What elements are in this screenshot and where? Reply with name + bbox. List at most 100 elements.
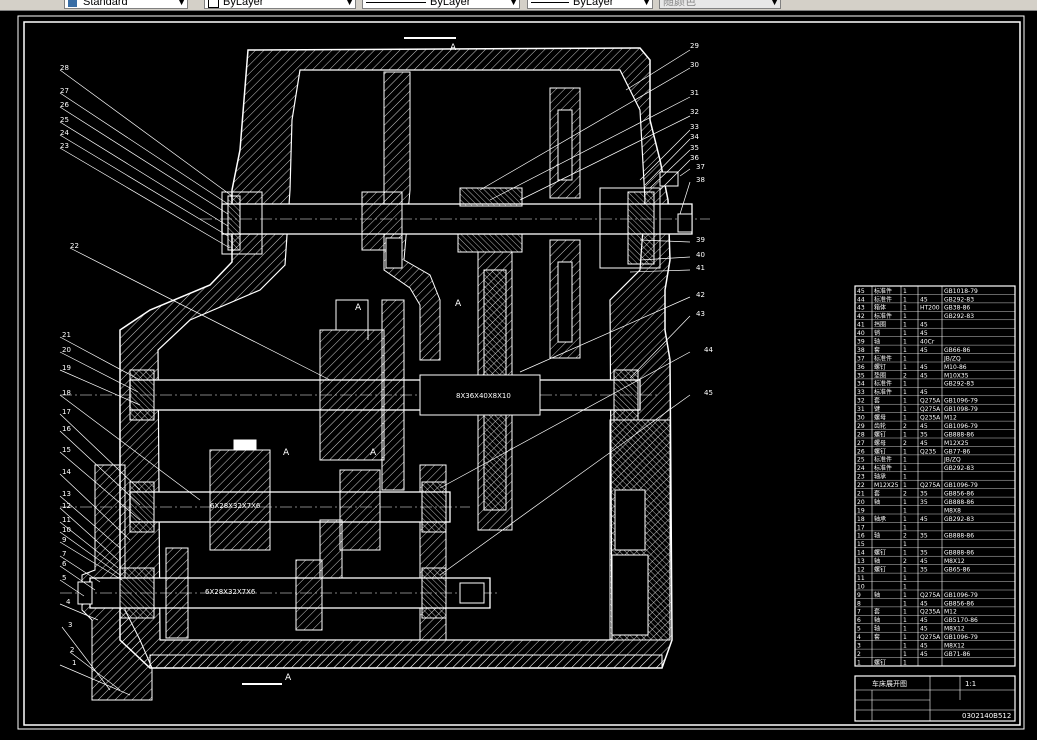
- bom-cell: Q275A: [920, 482, 941, 489]
- text-style-dropdown[interactable]: Standard ▼: [64, 0, 188, 9]
- bom-cell: 1: [903, 305, 907, 312]
- plot-style-dropdown[interactable]: 随颜色 ▼: [659, 0, 781, 9]
- callout-number: 28: [60, 64, 69, 72]
- bom-cell: 标准件: [874, 295, 892, 303]
- bom-cell: 1: [903, 643, 907, 650]
- drawing-viewport[interactable]: 8X36X40X8X10 6X28X32X7X6 6X28X32X7X6 A A…: [0, 11, 1037, 736]
- bom-cell: 38: [857, 347, 865, 354]
- callout-number: 25: [60, 116, 69, 124]
- bom-cell: GB292-83: [944, 465, 974, 472]
- bom-cell: 26: [857, 448, 865, 455]
- bom-cell: 45: [920, 643, 928, 650]
- bom-cell: 2: [857, 651, 861, 658]
- text-style-value: Standard: [83, 0, 128, 8]
- callout-number: 34: [690, 133, 699, 141]
- bom-cell: GB292-83: [944, 516, 974, 523]
- bom-cell: 45: [857, 288, 865, 295]
- drawing-canvas[interactable]: 8X36X40X8X10 6X28X32X7X6 6X28X32X7X6 A A…: [0, 11, 1037, 736]
- callout-number: 6: [62, 560, 67, 568]
- bom-cell: 套: [874, 346, 880, 354]
- right-callout-numbers: 29 30 31 32 33 34 35 36 37 38 39 40 41 4…: [690, 42, 713, 397]
- bom-cell: 轴: [874, 498, 880, 506]
- callout-number: 41: [696, 264, 705, 272]
- bom-cell: 螺母: [874, 414, 886, 422]
- drawing-scale: 1:1: [965, 680, 976, 688]
- bom-cell: 1: [903, 406, 907, 413]
- bom-cell: Q275A: [920, 592, 941, 599]
- bom-cell: 2: [903, 440, 907, 447]
- bom-cell: 19: [857, 507, 865, 514]
- chevron-down-icon: ▼: [770, 0, 779, 7]
- layer-color-swatch: [208, 0, 219, 8]
- shaft2-gear-1: [319, 329, 385, 461]
- bom-cell: GB77-86: [944, 448, 970, 455]
- callout-number: 16: [62, 425, 71, 433]
- bom-cell: M8X12: [944, 626, 965, 633]
- callout-number: 29: [690, 42, 699, 50]
- linetype-dropdown[interactable]: ByLayer ▼: [362, 0, 520, 9]
- bom-cell: 7: [857, 609, 861, 616]
- bom-cell: 45: [920, 347, 928, 354]
- bom-cell: 1: [903, 524, 907, 531]
- section-label-a: A: [450, 43, 457, 53]
- bom-cell: 36: [857, 364, 865, 371]
- lineweight-value: ByLayer: [573, 0, 614, 8]
- bom-cell: 1: [857, 659, 861, 666]
- bom-cell: 21: [857, 491, 865, 498]
- bom-cell: 套: [874, 490, 880, 498]
- bom-cell: 螺钉: [874, 549, 886, 557]
- bom-cell: 43: [857, 305, 865, 312]
- bom-cell: 轴: [874, 557, 880, 565]
- callout-number: 2: [70, 646, 74, 654]
- layer-dropdown[interactable]: ByLayer ▼: [204, 0, 356, 9]
- bom-cell: GB292-83: [944, 381, 974, 388]
- bom-cell: GB1096-79: [944, 592, 978, 599]
- bom-cell: 15: [857, 541, 865, 548]
- bom-cell: JB/ZQ: [943, 457, 961, 464]
- callout-number: 38: [696, 176, 705, 184]
- bom-cell: 螺钉: [874, 566, 886, 574]
- text-style-icon: [68, 0, 77, 7]
- callout-number: 23: [60, 142, 69, 150]
- bom-cell: 轴承: [874, 473, 886, 481]
- bom-cell: 轴承: [874, 515, 886, 523]
- bom-cell: 35: [920, 431, 928, 438]
- bom-cell: GB292-83: [944, 296, 974, 303]
- bearing-shaft3-left: [129, 481, 155, 533]
- bom-cell: GB1096-79: [944, 423, 978, 430]
- bom-cell: 1: [903, 296, 907, 303]
- lineweight-preview: [531, 1, 569, 3]
- callout-number: 11: [62, 516, 71, 524]
- bom-cell: 螺钉: [874, 658, 886, 666]
- bom-cell: Q275A: [920, 634, 941, 641]
- bom-cell: 1: [903, 465, 907, 472]
- bom-cell: Q235A: [920, 415, 941, 422]
- callout-number: 39: [696, 236, 705, 244]
- bom-table: 45 标准件 1 GB1018-7944 标准件 1 45 GB292-8343 箱体 1 HT20…: [854, 285, 1016, 667]
- bom-cell: 轴: [874, 591, 880, 599]
- bom-cell: 2: [903, 558, 907, 565]
- bom-cell: 31: [857, 406, 865, 413]
- bom-cell: HT200: [920, 305, 940, 312]
- bom-cell: 18: [857, 516, 865, 523]
- bom-cell: 1: [903, 617, 907, 624]
- top-gear-hub: [459, 187, 523, 207]
- bom-cell: 1: [903, 415, 907, 422]
- bom-cell: 螺钉: [874, 363, 886, 371]
- section-label-a: A: [283, 448, 290, 458]
- bom-cell: 45: [920, 372, 928, 379]
- linetype-value: ByLayer: [430, 0, 471, 8]
- bom-cell: 35: [920, 567, 928, 574]
- bom-cell: 35: [920, 550, 928, 557]
- shaft2-gear-2: [381, 299, 405, 491]
- bom-cell: 1: [903, 626, 907, 633]
- bom-cell: 23: [857, 474, 865, 481]
- bom-cell: 轴: [874, 338, 880, 346]
- bom-cell: 1: [903, 431, 907, 438]
- bom-cell: 44: [857, 296, 865, 303]
- bom-cell: 45: [920, 600, 928, 607]
- bom-cell: M10X35: [944, 372, 969, 379]
- callout-number: 45: [704, 389, 713, 397]
- lineweight-dropdown[interactable]: ByLayer ▼: [527, 0, 653, 9]
- bearing-shaft4-right: [421, 567, 447, 619]
